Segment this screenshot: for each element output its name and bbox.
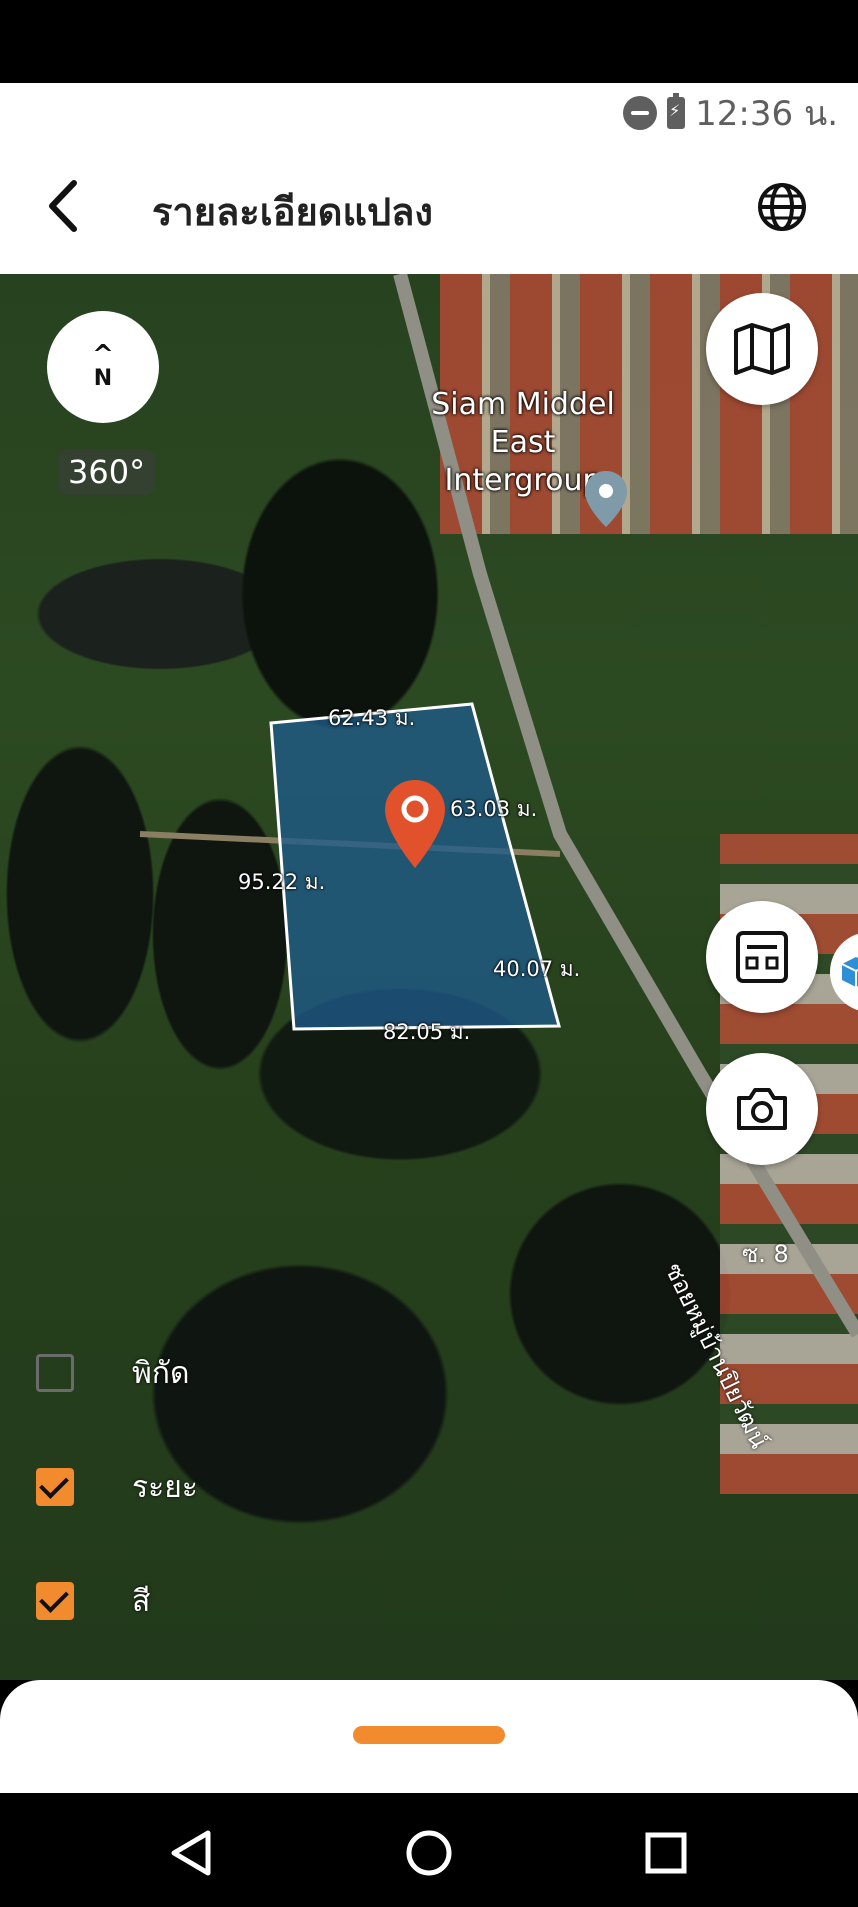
distance-label: ระยะ — [132, 1469, 198, 1505]
measure-left: 95.22 ม. — [238, 870, 326, 894]
place-marker-icon[interactable] — [583, 469, 629, 529]
camera-button[interactable] — [706, 1053, 818, 1165]
nav-recents-icon — [645, 1832, 687, 1874]
camera-icon — [737, 1088, 787, 1130]
calculator-button[interactable] — [706, 901, 818, 1013]
layer-toggle-distance[interactable]: ระยะ — [36, 1465, 198, 1509]
measure-right-upper: 63.03 ม. — [450, 797, 538, 821]
color-label: สี — [132, 1583, 151, 1619]
calculator-icon — [736, 931, 788, 983]
cube-icon — [841, 957, 858, 987]
nav-home-button[interactable] — [399, 1823, 459, 1883]
layer-toggle-color[interactable]: สี — [36, 1579, 150, 1623]
compass-arrow-icon: ^ — [92, 339, 114, 370]
panorama-360-button[interactable]: 360° — [58, 449, 156, 495]
bottom-sheet[interactable] — [0, 1680, 858, 1793]
globe-button[interactable] — [756, 181, 808, 233]
coordinates-label: พิกัด — [132, 1355, 190, 1391]
measure-right-lower: 40.07 ม. — [493, 957, 581, 981]
bottom-sheet-handle[interactable] — [353, 1726, 505, 1744]
satellite-map[interactable]: 62.43 ม. 63.03 ม. 95.22 ม. 40.07 ม. 82.0… — [0, 274, 858, 1680]
nav-home-icon — [406, 1830, 452, 1876]
nav-recents-button[interactable] — [636, 1823, 696, 1883]
top-black-bar — [0, 0, 858, 83]
location-pin-icon[interactable] — [383, 778, 447, 870]
globe-icon — [758, 183, 806, 231]
distance-checkbox[interactable] — [36, 1468, 74, 1506]
nav-back-icon — [171, 1830, 211, 1876]
measure-top: 62.43 ม. — [328, 706, 416, 730]
system-nav-bar — [0, 1793, 858, 1907]
measure-bottom: 82.05 ม. — [383, 1020, 471, 1044]
back-arrow-icon — [49, 180, 77, 232]
nav-back-button[interactable] — [162, 1823, 222, 1883]
coordinates-checkbox[interactable] — [36, 1354, 74, 1392]
back-button[interactable] — [40, 171, 90, 241]
do-not-disturb-icon — [623, 96, 658, 130]
compass-north-label: N — [93, 365, 113, 391]
status-bar: 12:36 น. — [0, 83, 858, 143]
layer-toggle-coordinates[interactable]: พิกัด — [36, 1351, 189, 1395]
status-time: 12:36 น. — [695, 94, 838, 134]
app-bar: รายละเอียดแปลง — [0, 143, 858, 274]
map-type-button[interactable] — [706, 293, 818, 405]
battery-charging-icon — [667, 93, 686, 129]
color-checkbox[interactable] — [36, 1582, 74, 1620]
map-icon — [734, 323, 790, 375]
place-label-line1: Siam Middel — [431, 387, 615, 422]
compass-button[interactable]: ^ N — [47, 311, 159, 423]
soi-label: ซ. 8 — [742, 1240, 789, 1268]
page-title: รายละเอียดแปลง — [152, 190, 433, 234]
